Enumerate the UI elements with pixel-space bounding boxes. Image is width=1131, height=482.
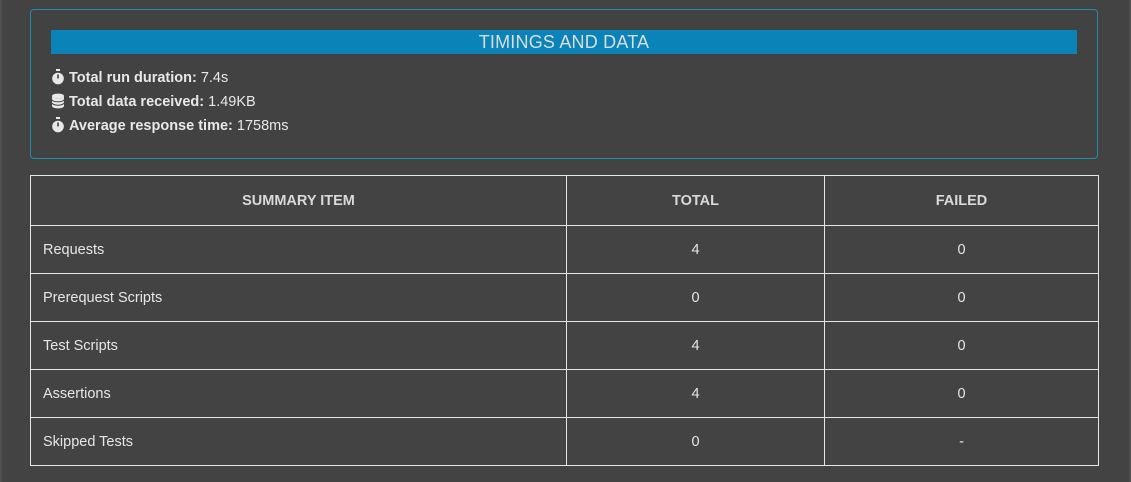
database-icon: [51, 93, 65, 109]
table-row: Prerequest Scripts 0 0: [30, 273, 1099, 322]
data-received-value: 1.49KB: [208, 94, 256, 110]
summary-header-row: SUMMARY ITEM TOTAL FAILED: [30, 175, 1099, 226]
row-item: Assertions: [30, 369, 567, 418]
row-total: 4: [566, 369, 825, 418]
run-duration-value: 7.4s: [200, 70, 229, 86]
row-failed: 0: [824, 369, 1099, 418]
table-row: Assertions 4 0: [30, 369, 1099, 418]
row-failed: 0: [824, 225, 1099, 274]
row-item: Prerequest Scripts: [30, 273, 567, 322]
stopwatch-icon: [52, 117, 64, 133]
header-summary-item: SUMMARY ITEM: [30, 175, 567, 226]
row-item: Requests: [30, 225, 567, 274]
table-row: Requests 4 0: [30, 225, 1099, 274]
row-item: Test Scripts: [30, 321, 567, 370]
table-row: Skipped Tests 0 -: [30, 417, 1099, 466]
stopwatch-icon: [52, 69, 64, 85]
row-total: 0: [566, 417, 825, 466]
timings-card: TIMINGS AND DATA Total run duration: 7.4…: [30, 9, 1098, 159]
run-duration-label: Total run duration:: [69, 70, 197, 86]
row-total: 0: [566, 273, 825, 322]
row-failed: 0: [824, 273, 1099, 322]
run-duration-line: Total run duration: 7.4s: [51, 68, 228, 88]
header-total: TOTAL: [566, 175, 825, 226]
avg-response-label: Average response time:: [69, 118, 233, 134]
row-failed: 0: [824, 321, 1099, 370]
row-item: Skipped Tests: [30, 417, 567, 466]
data-received-label: Total data received:: [69, 94, 205, 110]
avg-response-line: Average response time: 1758ms: [51, 116, 289, 136]
data-received-line: Total data received: 1.49KB: [51, 92, 256, 112]
summary-table: SUMMARY ITEM TOTAL FAILED Requests 4 0 P…: [30, 175, 1099, 466]
timings-title: TIMINGS AND DATA: [51, 30, 1077, 54]
row-total: 4: [566, 225, 825, 274]
row-failed: -: [824, 417, 1099, 466]
row-total: 4: [566, 321, 825, 370]
header-failed: FAILED: [824, 175, 1099, 226]
avg-response-value: 1758ms: [236, 118, 289, 134]
table-row: Test Scripts 4 0: [30, 321, 1099, 370]
